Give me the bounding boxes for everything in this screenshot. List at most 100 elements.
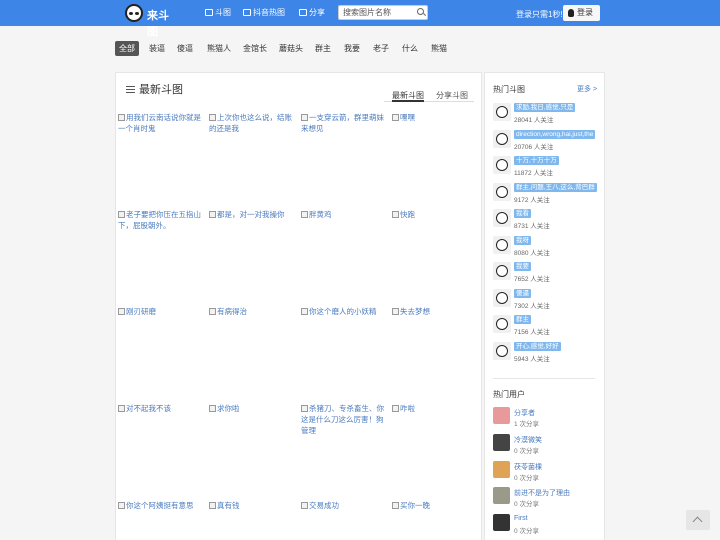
image-item[interactable]: 刚刃研磨 bbox=[118, 306, 206, 317]
user-item[interactable]: First 0 次分享 bbox=[493, 514, 603, 536]
image-item[interactable]: 咋啦 bbox=[392, 403, 480, 414]
hot-item[interactable]: 群主 7156 人关注 bbox=[493, 315, 603, 337]
hot-tag[interactable]: 开心,感觉,好好 bbox=[514, 342, 561, 351]
tab-shared[interactable]: 分享斗图 bbox=[436, 90, 468, 102]
hot-item[interactable]: 傻逼 7302 人关注 bbox=[493, 289, 603, 311]
meme-thumbnail bbox=[493, 315, 511, 333]
nav-share[interactable]: 分享 bbox=[299, 0, 325, 26]
share-count-unit: 次分享 bbox=[519, 421, 539, 428]
tag-item[interactable]: 装逼 bbox=[145, 41, 169, 56]
follow-count-unit: 人关注 bbox=[530, 303, 550, 310]
user-name[interactable]: 前进不是为了理由 bbox=[514, 488, 570, 498]
tag-item[interactable]: 什么 bbox=[398, 41, 422, 56]
image-item[interactable]: 求你啦 bbox=[209, 403, 297, 414]
tag-item[interactable]: 熊猫 bbox=[427, 41, 451, 56]
tag-item[interactable]: 金馆长 bbox=[239, 41, 271, 56]
image-item[interactable]: 快跑 bbox=[392, 209, 480, 220]
hot-item[interactable]: 群主,问题,王八,这么,背巴群 9172 人关注 bbox=[493, 183, 603, 205]
image-item[interactable]: 老子要把你压在五指山下，屁股朝外。 bbox=[118, 209, 206, 231]
back-to-top-button[interactable] bbox=[686, 510, 710, 530]
hot-tag[interactable]: 求励,我日,感觉,只是 bbox=[514, 103, 576, 112]
nav-doutu[interactable]: 斗图 bbox=[205, 0, 231, 26]
site-logo[interactable]: 来斗图 bbox=[125, 4, 177, 38]
hot-item[interactable]: 十万,十万十万 11872 人关注 bbox=[493, 156, 603, 178]
image-item[interactable]: 交易成功 bbox=[301, 500, 389, 511]
user-item[interactable]: 分享者 1 次分享 bbox=[493, 407, 603, 429]
hot-item[interactable]: direction,wrong,hai,just,the 20706 人关注 bbox=[493, 130, 603, 152]
image-alt: 咋啦 bbox=[400, 404, 415, 413]
image-item[interactable]: 你这个阿姨挺有意思 bbox=[118, 500, 206, 511]
image-item[interactable]: 一支穿云箭，群里萌妹来想见 bbox=[301, 112, 389, 134]
image-icon bbox=[299, 9, 307, 16]
more-link[interactable]: 更多 > bbox=[577, 84, 597, 94]
search-icon[interactable] bbox=[417, 8, 424, 15]
panda-face-icon bbox=[496, 345, 508, 357]
hot-item[interactable]: 我看 8731 人关注 bbox=[493, 209, 603, 231]
user-name[interactable]: 茯苓菌棵 bbox=[514, 462, 542, 472]
logo-text: 来斗图 bbox=[147, 10, 169, 38]
hot-tag[interactable]: direction,wrong,hai,just,the bbox=[514, 130, 596, 139]
hot-tag[interactable]: 我呀 bbox=[514, 236, 531, 245]
broken-image-icon bbox=[118, 405, 125, 412]
hot-item[interactable]: 我呀 8080 人关注 bbox=[493, 236, 603, 258]
share-count-unit: 次分享 bbox=[519, 448, 539, 455]
follow-count: 20706 人关注 bbox=[514, 141, 553, 151]
hot-item[interactable]: 我要 7652 人关注 bbox=[493, 262, 603, 284]
hot-tag[interactable]: 群主 bbox=[514, 315, 531, 324]
image-item[interactable]: 上次你也这么说，结账的还是我 bbox=[209, 112, 297, 134]
nav-douyin[interactable]: 抖音热图 bbox=[243, 0, 285, 26]
image-item[interactable]: 用我们云南话说你就是一个肖时鬼 bbox=[118, 112, 206, 134]
user-item[interactable]: 前进不是为了理由 0 次分享 bbox=[493, 487, 603, 509]
hot-item[interactable]: 开心,感觉,好好 5943 人关注 bbox=[493, 342, 603, 364]
image-item[interactable]: 买你一晚 bbox=[392, 500, 480, 511]
broken-image-icon bbox=[209, 211, 216, 218]
image-item[interactable]: 都是，对一对我操你 bbox=[209, 209, 297, 220]
hot-tag[interactable]: 我要 bbox=[514, 262, 531, 271]
meme-thumbnail bbox=[493, 103, 511, 121]
share-count-unit: 次分享 bbox=[519, 501, 539, 508]
share-count-value: 0 bbox=[514, 501, 518, 508]
hot-item[interactable]: 求励,我日,感觉,只是 28041 人关注 bbox=[493, 103, 603, 125]
user-item[interactable]: 冷漠微笑 0 次分享 bbox=[493, 434, 603, 456]
user-name[interactable]: 冷漠微笑 bbox=[514, 435, 542, 445]
list-icon bbox=[126, 86, 135, 93]
tag-item[interactable]: 熊猫人 bbox=[203, 41, 235, 56]
image-item[interactable]: 失去梦想 bbox=[392, 306, 480, 317]
user-item[interactable]: 茯苓菌棵 0 次分享 bbox=[493, 461, 603, 483]
hot-tag[interactable]: 群主,问题,王八,这么,背巴群 bbox=[514, 183, 597, 192]
image-item[interactable]: 有病得治 bbox=[209, 306, 297, 317]
image-item[interactable]: 真有钱 bbox=[209, 500, 297, 511]
follow-count: 7156 人关注 bbox=[514, 326, 550, 336]
tab-latest[interactable]: 最新斗图 bbox=[392, 90, 424, 102]
tag-item[interactable]: 老子 bbox=[369, 41, 393, 56]
login-button[interactable]: 登录 bbox=[563, 5, 600, 21]
broken-image-icon bbox=[301, 308, 308, 315]
follow-count: 5943 人关注 bbox=[514, 353, 550, 363]
meme-thumbnail bbox=[493, 289, 511, 307]
user-name[interactable]: 分享者 bbox=[514, 408, 535, 418]
tag-item[interactable]: 我要 bbox=[340, 41, 364, 56]
follow-count: 8731 人关注 bbox=[514, 220, 550, 230]
tag-item[interactable]: 蘑菇头 bbox=[275, 41, 307, 56]
hot-tag[interactable]: 我看 bbox=[514, 209, 531, 218]
follow-count-unit: 人关注 bbox=[530, 276, 550, 283]
user-name[interactable]: First bbox=[514, 515, 528, 522]
follow-count-unit: 人关注 bbox=[530, 250, 550, 257]
image-item[interactable]: 杀猪刀、专杀畜生、你这是什么刀这么厉害！狗管理 bbox=[301, 403, 389, 436]
share-count-value: 1 bbox=[514, 421, 518, 428]
search-input[interactable] bbox=[338, 5, 428, 20]
follow-count: 9172 人关注 bbox=[514, 194, 550, 204]
image-item[interactable]: 嘿嘿 bbox=[392, 112, 480, 123]
follow-count-unit: 人关注 bbox=[533, 117, 554, 124]
share-count: 0 次分享 bbox=[514, 498, 539, 508]
tag-all[interactable]: 全部 bbox=[115, 41, 139, 56]
image-item[interactable]: 你这个磨人的小妖精 bbox=[301, 306, 389, 317]
panda-face-icon bbox=[496, 159, 508, 171]
hot-tag[interactable]: 十万,十万十万 bbox=[514, 156, 559, 165]
tag-item[interactable]: 群主 bbox=[311, 41, 335, 56]
hot-tag[interactable]: 傻逼 bbox=[514, 289, 531, 298]
tag-item[interactable]: 傻逼 bbox=[173, 41, 197, 56]
image-item[interactable]: 胖黄鸡 bbox=[301, 209, 389, 220]
image-item[interactable]: 对不起我不该 bbox=[118, 403, 206, 414]
image-alt: 对不起我不该 bbox=[126, 404, 171, 413]
